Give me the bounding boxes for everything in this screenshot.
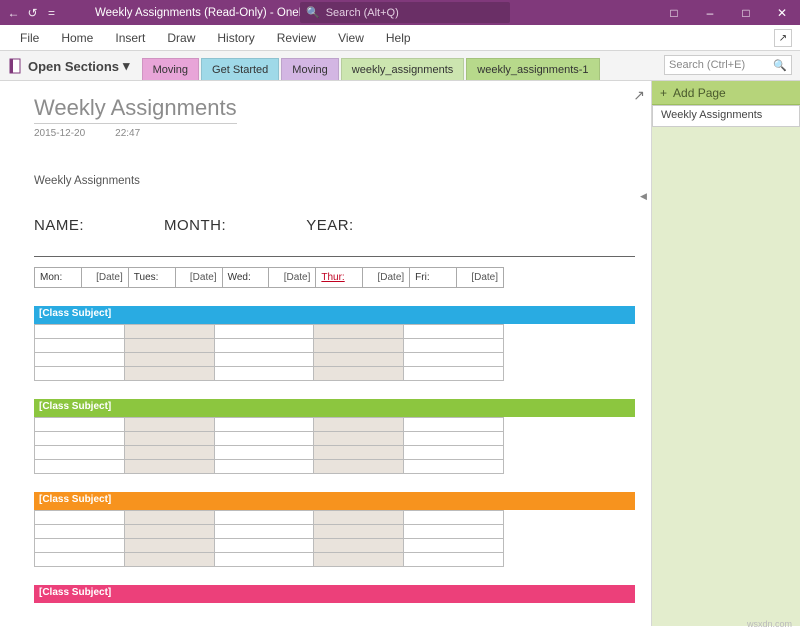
labels-row: NAME: MONTH: YEAR: bbox=[34, 217, 635, 234]
add-page-button[interactable]: + Add Page bbox=[652, 81, 800, 105]
subject-block-blue: [Class Subject] bbox=[34, 306, 635, 381]
menu-draw[interactable]: Draw bbox=[157, 28, 205, 48]
days-table: Mon:[Date] Tues:[Date] Wed:[Date] Thur:[… bbox=[34, 267, 504, 288]
plus-icon: + bbox=[660, 86, 667, 100]
day-thur: Thur: bbox=[316, 268, 363, 288]
subject-block-pink: [Class Subject] bbox=[34, 585, 635, 603]
search-icon: 🔍 bbox=[773, 59, 787, 72]
section-tab-moving-2[interactable]: Moving bbox=[281, 58, 338, 80]
page-list-item[interactable]: Weekly Assignments bbox=[652, 105, 800, 127]
menu-history[interactable]: History bbox=[207, 28, 264, 48]
close-button[interactable]: ✕ bbox=[764, 0, 800, 25]
search-placeholder: Search (Ctrl+E) bbox=[669, 59, 745, 71]
section-tab-weekly[interactable]: weekly_assignments bbox=[341, 58, 465, 80]
page-date: 2015-12-20 bbox=[34, 128, 85, 139]
expand-icon[interactable]: ↗ bbox=[633, 87, 645, 104]
section-tab-get-started[interactable]: Get Started bbox=[201, 58, 279, 80]
title-bar: ← ↺ = Weekly Assignments (Read-Only) - O… bbox=[0, 0, 800, 25]
menu-insert[interactable]: Insert bbox=[105, 28, 155, 48]
notebook-dropdown[interactable]: Open Sections ▾ bbox=[6, 54, 136, 80]
day-wed: Wed: bbox=[222, 268, 269, 288]
tell-me-placeholder: Search (Alt+Q) bbox=[326, 7, 399, 19]
chevron-down-icon: ▾ bbox=[123, 58, 130, 74]
menu-home[interactable]: Home bbox=[51, 28, 103, 48]
notebook-icon bbox=[8, 58, 24, 74]
label-name: NAME: bbox=[34, 217, 84, 234]
day-fri: Fri: bbox=[410, 268, 457, 288]
back-icon[interactable]: ← bbox=[6, 5, 21, 20]
search-input[interactable]: Search (Ctrl+E) 🔍 bbox=[664, 55, 792, 75]
page-title[interactable]: Weekly Assignments bbox=[34, 95, 237, 124]
menu-view[interactable]: View bbox=[328, 28, 374, 48]
collapse-tri-icon[interactable]: ◀ bbox=[640, 191, 647, 202]
page-subhead: Weekly Assignments bbox=[34, 175, 635, 187]
subject-block-orange: [Class Subject] bbox=[34, 492, 635, 567]
subject-header: [Class Subject] bbox=[34, 492, 635, 510]
subject-block-green: [Class Subject] bbox=[34, 399, 635, 474]
redo-icon[interactable]: = bbox=[44, 5, 59, 20]
day-tues: Tues: bbox=[128, 268, 175, 288]
subject-grid bbox=[34, 324, 504, 381]
page-canvas[interactable]: ↗ Weekly Assignments 2015-12-20 22:47 We… bbox=[0, 81, 651, 626]
main-area: ↗ Weekly Assignments 2015-12-20 22:47 We… bbox=[0, 81, 800, 626]
full-page-view-icon[interactable]: ↗ bbox=[774, 29, 792, 47]
notebook-label: Open Sections bbox=[28, 59, 119, 74]
ribbon-mode-icon[interactable]: □ bbox=[656, 0, 692, 25]
section-tab-weekly-1[interactable]: weekly_assignments-1 bbox=[466, 58, 599, 80]
page-list: Weekly Assignments bbox=[652, 105, 800, 626]
subject-grid bbox=[34, 417, 504, 474]
page-meta: 2015-12-20 22:47 bbox=[34, 128, 635, 139]
maximize-button[interactable]: □ bbox=[728, 0, 764, 25]
page-panel: + Add Page Weekly Assignments bbox=[651, 81, 800, 626]
subject-grid bbox=[34, 510, 504, 567]
section-tab-moving-1[interactable]: Moving bbox=[142, 58, 199, 80]
ribbon-menu: File Home Insert Draw History Review Vie… bbox=[0, 25, 800, 51]
label-month: MONTH: bbox=[164, 217, 226, 234]
subject-header: [Class Subject] bbox=[34, 399, 635, 417]
day-mon: Mon: bbox=[35, 268, 82, 288]
menu-review[interactable]: Review bbox=[267, 28, 326, 48]
window-title: Weekly Assignments (Read-Only) - OneNote bbox=[95, 7, 323, 19]
minimize-button[interactable]: – bbox=[692, 0, 728, 25]
undo-icon[interactable]: ↺ bbox=[25, 5, 40, 20]
subject-header: [Class Subject] bbox=[34, 306, 635, 324]
watermark: wsxdn.com bbox=[747, 619, 792, 629]
menu-help[interactable]: Help bbox=[376, 28, 421, 48]
section-bar: Open Sections ▾ Moving Get Started Movin… bbox=[0, 51, 800, 81]
search-icon: 🔍 bbox=[306, 6, 320, 19]
menu-file[interactable]: File bbox=[10, 28, 49, 48]
add-page-label: Add Page bbox=[673, 86, 726, 100]
separator bbox=[34, 256, 635, 257]
label-year: YEAR: bbox=[306, 217, 354, 234]
page-time: 22:47 bbox=[115, 128, 140, 139]
subject-header: [Class Subject] bbox=[34, 585, 635, 603]
tell-me-search[interactable]: 🔍 Search (Alt+Q) bbox=[300, 2, 510, 23]
